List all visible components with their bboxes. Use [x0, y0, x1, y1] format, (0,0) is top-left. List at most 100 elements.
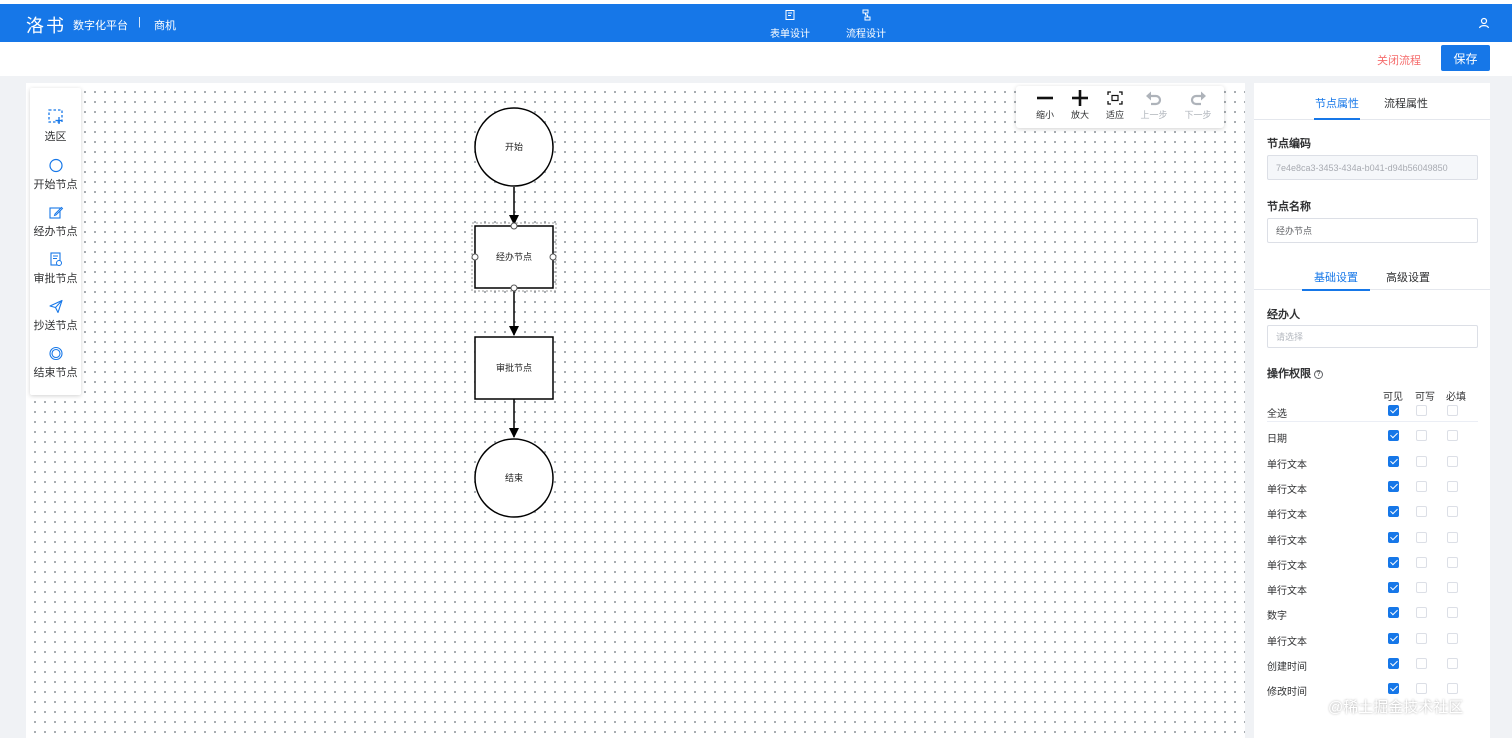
node-end[interactable]: 结束 — [474, 438, 554, 518]
visible-checkbox[interactable] — [1388, 658, 1399, 669]
required-checkbox[interactable] — [1447, 556, 1458, 568]
close-flow-link[interactable]: 关闭流程 — [1377, 52, 1421, 68]
visible-checkbox[interactable] — [1388, 683, 1399, 695]
node-handle[interactable]: 经办节点 — [471, 222, 557, 292]
visible-checkbox[interactable] — [1388, 556, 1399, 568]
required-checkbox[interactable] — [1447, 430, 1458, 442]
writable-checkbox[interactable] — [1416, 430, 1427, 442]
visible-checkbox[interactable] — [1388, 455, 1399, 467]
node-start[interactable]: 开始 — [474, 107, 554, 187]
handler-select[interactable] — [1267, 325, 1478, 348]
anchor-point[interactable] — [471, 253, 479, 261]
tab-flow-design[interactable]: 流程设计 — [836, 9, 896, 45]
palette-end-node[interactable]: 结束节点 — [30, 346, 81, 380]
required-checkbox[interactable] — [1447, 405, 1458, 416]
fit-icon — [1107, 91, 1123, 105]
writable-checkbox[interactable] — [1416, 658, 1427, 669]
anchor-point[interactable] — [549, 253, 557, 261]
permission-row: 单行文本 — [1267, 476, 1478, 498]
zoom-out-button[interactable]: 缩小 — [1028, 90, 1062, 121]
palette-selection[interactable]: 选区 — [30, 108, 81, 144]
fit-view-button[interactable]: 适应 — [1098, 90, 1132, 121]
node-approve[interactable]: 审批节点 — [474, 336, 554, 400]
palette-approve-node[interactable]: 审批节点 — [30, 252, 81, 286]
visible-checkbox[interactable] — [1388, 531, 1399, 543]
permission-row: 单行文本 — [1267, 501, 1478, 523]
writable-checkbox[interactable] — [1416, 455, 1427, 467]
permission-field-name: 修改时间 — [1267, 687, 1307, 699]
visible-checkbox[interactable] — [1388, 582, 1399, 594]
required-checkbox[interactable] — [1447, 658, 1458, 669]
node-name-field[interactable] — [1267, 218, 1478, 243]
zoom-in-button[interactable]: 放大 — [1063, 90, 1097, 121]
selection-icon — [47, 109, 63, 124]
undo-button[interactable]: 上一步 — [1137, 90, 1171, 121]
required-checkbox[interactable] — [1447, 582, 1458, 594]
flow-diagram[interactable]: 开始 经办节点 审批节点 结束 — [26, 83, 1245, 738]
redo-label: 下一步 — [1184, 110, 1212, 120]
zoom-out-label: 缩小 — [1035, 110, 1054, 120]
redo-button[interactable]: 下一步 — [1181, 90, 1215, 121]
edit-icon — [48, 206, 63, 219]
writable-checkbox[interactable] — [1416, 405, 1427, 416]
required-checkbox[interactable] — [1447, 632, 1458, 644]
tab-basic-settings[interactable]: 基础设置 — [1302, 269, 1370, 291]
handler-label: 经办人 — [1267, 309, 1300, 321]
breadcrumb-current[interactable]: 商机 — [154, 17, 176, 33]
writable-checkbox[interactable] — [1416, 531, 1427, 543]
permission-field-name: 单行文本 — [1267, 535, 1307, 547]
writable-checkbox[interactable] — [1416, 607, 1427, 619]
tab-flow-properties[interactable]: 流程属性 — [1384, 95, 1428, 111]
palette-handle-node[interactable]: 经办节点 — [30, 205, 81, 239]
permission-row: 单行文本 — [1267, 577, 1478, 599]
palette-start-node-label: 开始节点 — [33, 179, 78, 191]
tab-form-design-label: 表单设计 — [770, 29, 810, 40]
permission-row: 数字 — [1267, 602, 1478, 624]
undo-icon — [1146, 91, 1162, 106]
approve-icon — [49, 252, 62, 266]
palette-start-node[interactable]: 开始节点 — [30, 158, 81, 192]
permission-field-name: 单行文本 — [1267, 484, 1307, 496]
visible-checkbox[interactable] — [1388, 506, 1399, 518]
writable-checkbox[interactable] — [1416, 683, 1427, 695]
anchor-point[interactable] — [510, 284, 518, 292]
node-start-label: 开始 — [505, 141, 523, 152]
palette-end-node-label: 结束节点 — [33, 367, 78, 379]
visible-checkbox[interactable] — [1388, 480, 1399, 492]
required-checkbox[interactable] — [1447, 683, 1458, 695]
required-checkbox[interactable] — [1447, 506, 1458, 518]
anchor-point[interactable] — [510, 222, 518, 230]
required-checkbox[interactable] — [1447, 607, 1458, 619]
tab-form-design[interactable]: 表单设计 — [760, 9, 820, 43]
writable-checkbox[interactable] — [1416, 480, 1427, 492]
required-checkbox[interactable] — [1447, 531, 1458, 543]
required-checkbox[interactable] — [1447, 480, 1458, 492]
watermark: @稀土掘金技术社区 — [1328, 699, 1464, 716]
visible-checkbox[interactable] — [1388, 430, 1399, 442]
visible-checkbox[interactable] — [1388, 405, 1399, 416]
flow-canvas[interactable]: 开始 经办节点 审批节点 结束 — [26, 83, 1245, 738]
writable-checkbox[interactable] — [1416, 556, 1427, 568]
palette-cc-node[interactable]: 抄送节点 — [30, 299, 81, 333]
required-checkbox[interactable] — [1447, 455, 1458, 467]
app-logo: 洛书 — [26, 16, 66, 37]
visible-checkbox[interactable] — [1388, 607, 1399, 619]
writable-checkbox[interactable] — [1416, 582, 1427, 594]
flow-icon — [836, 9, 896, 23]
permission-row: 单行文本 — [1267, 552, 1478, 574]
node-name-label: 节点名称 — [1267, 201, 1311, 213]
question-circle-icon[interactable]: ? — [1314, 370, 1323, 379]
permission-field-name: 全选 — [1267, 409, 1287, 420]
visible-checkbox[interactable] — [1388, 632, 1399, 644]
save-button[interactable]: 保存 — [1441, 45, 1490, 71]
tab-node-properties[interactable]: 节点属性 — [1314, 95, 1360, 120]
settings-tabs: 基础设置 高级设置 — [1254, 260, 1490, 291]
permission-row: 日期 — [1267, 425, 1478, 447]
writable-checkbox[interactable] — [1416, 632, 1427, 644]
tab-advanced-settings[interactable]: 高级设置 — [1386, 269, 1430, 285]
panel-tabs: 节点属性 流程属性 — [1254, 83, 1490, 120]
writable-checkbox[interactable] — [1416, 506, 1427, 518]
node-code-field — [1267, 155, 1478, 180]
permissions-title: 操作权限? — [1267, 365, 1323, 381]
user-icon[interactable] — [1478, 16, 1492, 30]
